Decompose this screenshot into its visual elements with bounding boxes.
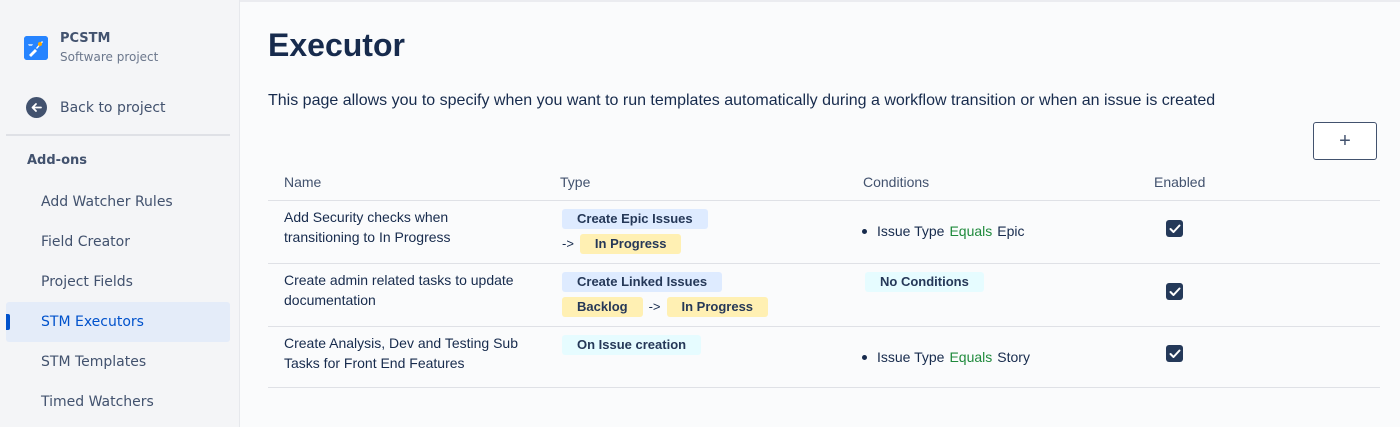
executor-name: Create Analysis, Dev and Testing Sub Tas… [284,333,518,373]
sidebar-item-label: STM Templates [41,354,147,370]
column-header-name: Name [284,174,322,190]
executors-table: Name Type Conditions Enabled Add Securit… [268,164,1380,388]
condition-field: Issue Type [877,223,945,239]
back-to-project-label: Back to project [60,99,166,116]
to-status-lozenge: In Progress [579,234,682,254]
sidebar-item-label: STM Executors [41,314,144,330]
table-header: Name Type Conditions Enabled [268,164,1380,201]
checkmark-icon [1169,287,1180,296]
executor-name: Add Security checks when transitioning t… [284,207,451,247]
table-row[interactable]: Create Analysis, Dev and Testing Sub Tas… [268,327,1380,388]
enabled-cell [1166,220,1183,237]
executor-name-line: documentation [284,292,376,308]
main-content: Executor This page allows you to specify… [240,0,1400,427]
sidebar-item-label: Add Watcher Rules [41,194,173,210]
executor-name-line: Create admin related tasks to update [284,272,514,288]
enabled-checkbox[interactable] [1166,345,1183,362]
type-action-lozenge: Create Epic Issues [562,209,708,229]
checkmark-icon [1169,224,1180,233]
back-to-project-link[interactable]: Back to project [26,97,166,118]
sidebar-item-stm-executors[interactable]: STM Executors [6,302,230,342]
add-executor-button[interactable]: + [1313,122,1377,160]
condition-item: Issue Type Equals Epic [862,221,1025,241]
section-title-addons: Add-ons [27,153,87,168]
executor-conditions: Issue Type Equals Epic [862,221,1025,241]
sidebar: PCSTM Software project Back to project A… [0,0,240,427]
enabled-cell [1166,283,1183,300]
executor-conditions: Issue Type Equals Story [862,347,1030,367]
bullet-icon [862,354,867,360]
page-title: Executor [268,27,405,63]
condition-value: Story [997,349,1030,365]
executor-name-line: transitioning to In Progress [284,229,451,245]
enabled-checkbox[interactable] [1166,283,1183,300]
condition-item: Issue Type Equals Story [862,347,1030,367]
executor-type: Create Linked Issues Backlog -> In Progr… [562,271,769,317]
sidebar-item-stm-templates[interactable]: STM Templates [6,342,230,382]
enabled-checkbox[interactable] [1166,220,1183,237]
sidebar-item-label: Project Fields [41,274,133,290]
table-row[interactable]: Create admin related tasks to update doc… [268,264,1380,327]
sidebar-item-add-watcher-rules[interactable]: Add Watcher Rules [6,182,230,222]
executor-type: Create Epic Issues -> In Progress [562,208,708,254]
to-status-lozenge: In Progress [666,297,769,317]
page-description: This page allows you to specify when you… [268,92,1216,109]
transition-arrow: -> [648,299,661,314]
condition-operator: Equals [949,223,993,239]
transition-arrow: -> [562,236,574,251]
arrow-left-icon [26,97,47,118]
condition-field: Issue Type [877,349,945,365]
from-status-lozenge: Backlog [562,297,643,317]
column-header-conditions: Conditions [863,174,930,190]
executor-name-line: Tasks for Front End Features [284,355,465,371]
executor-name-line: Add Security checks when [284,209,449,225]
column-header-enabled: Enabled [1154,174,1206,190]
no-conditions-lozenge: No Conditions [865,272,984,292]
table-row[interactable]: Add Security checks when transitioning t… [268,201,1380,264]
sidebar-item-project-fields[interactable]: Project Fields [6,262,230,302]
executor-name-line: Create Analysis, Dev and Testing Sub [284,335,518,351]
project-name: PCSTM [60,31,111,46]
checkmark-icon [1169,349,1180,358]
type-action-lozenge: On Issue creation [562,335,702,355]
sidebar-item-field-creator[interactable]: Field Creator [6,222,230,262]
bullet-icon [862,228,867,234]
sidebar-item-timed-watchers[interactable]: Timed Watchers [6,382,230,422]
executor-conditions: No Conditions [865,271,984,292]
condition-operator: Equals [949,349,993,365]
executor-type: On Issue creation [562,334,702,355]
executor-name: Create admin related tasks to update doc… [284,270,514,310]
sidebar-item-label: Timed Watchers [41,394,154,410]
sidebar-divider [6,134,230,136]
project-logo-icon [24,36,48,60]
sidebar-item-label: Field Creator [41,234,130,250]
condition-value: Epic [997,223,1025,239]
type-action-lozenge: Create Linked Issues [562,272,723,292]
column-header-type: Type [560,174,591,190]
project-header[interactable]: PCSTM Software project [24,30,158,66]
top-border [240,0,1400,2]
project-type: Software project [60,50,159,64]
enabled-cell [1166,345,1183,362]
